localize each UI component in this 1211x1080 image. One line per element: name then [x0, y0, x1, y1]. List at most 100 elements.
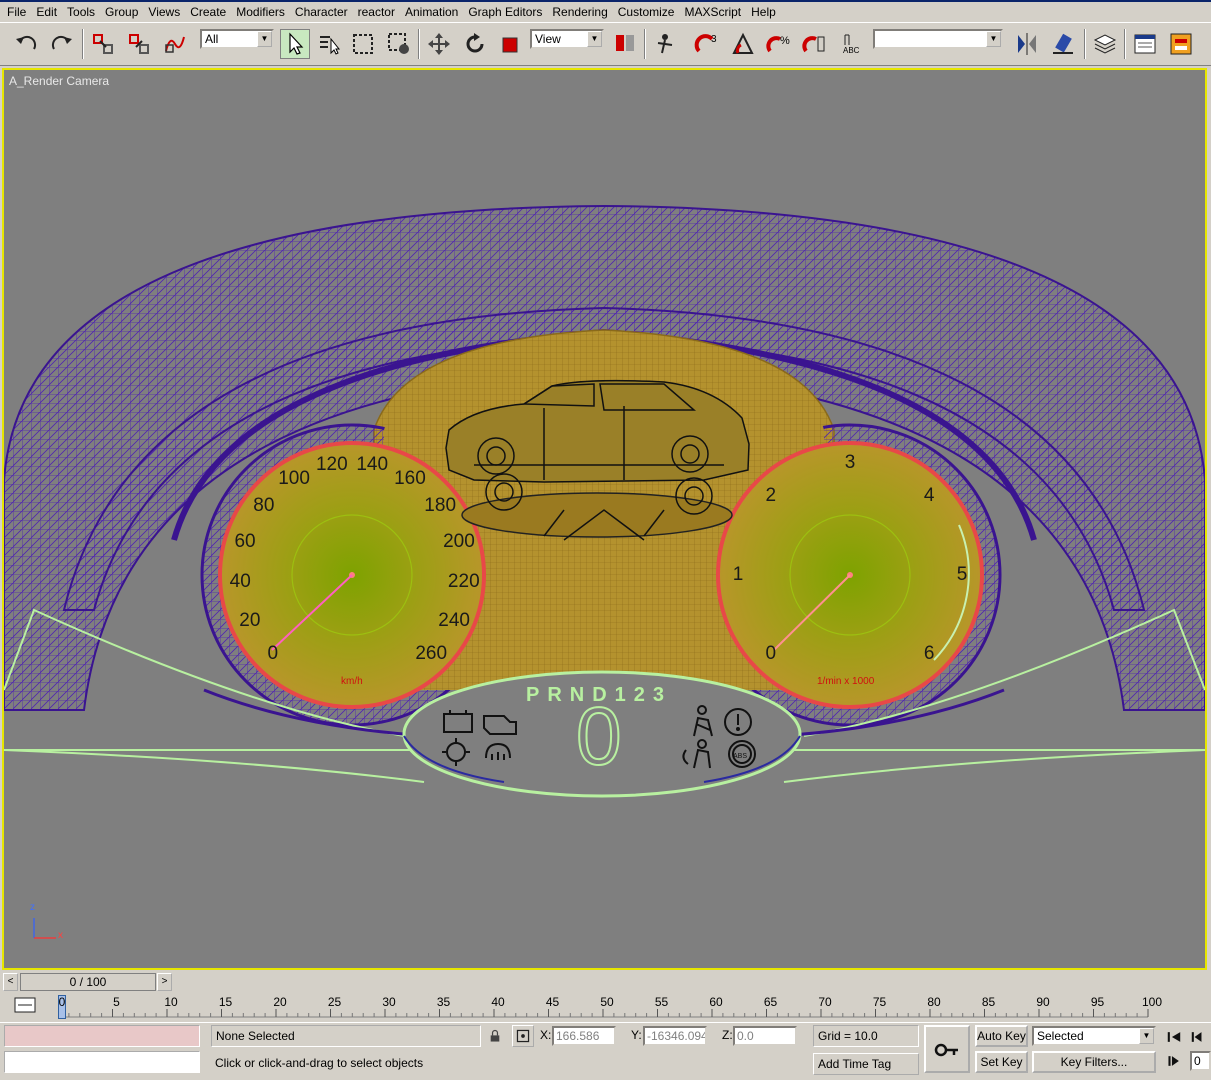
menu-animation[interactable]: Animation: [400, 2, 463, 22]
trackbar-tick-label: 10: [164, 995, 178, 1009]
select-by-name-icon[interactable]: [314, 29, 344, 59]
gear-value: 0: [575, 691, 623, 782]
undo-icon[interactable]: [12, 29, 42, 59]
reference-coord-dropdown[interactable]: View ▼: [530, 29, 604, 49]
next-frame-button[interactable]: >: [157, 973, 172, 991]
dashboard-wireframe: ABS: [4, 204, 1205, 939]
trackbar-tick-label: 60: [709, 995, 723, 1009]
frame-display: 0 / 100: [69, 975, 107, 989]
menu-customize[interactable]: Customize: [613, 2, 680, 22]
menu-maxscript[interactable]: MAXScript: [679, 2, 746, 22]
current-frame-field[interactable]: 0: [1190, 1051, 1211, 1071]
set-key-key-icon[interactable]: [924, 1025, 970, 1073]
trackbar-tick-label: 95: [1090, 995, 1105, 1009]
mirror-icon[interactable]: [1012, 29, 1042, 59]
trackbar-tick-label: 35: [436, 995, 451, 1009]
previous-frame-icon[interactable]: [1188, 1027, 1208, 1047]
speedometer-tick-label: 20: [239, 609, 261, 631]
key-mode-dropdown[interactable]: Selected ▼: [1032, 1026, 1156, 1046]
named-selection-dropdown[interactable]: ▼: [873, 29, 1003, 49]
grid-size-display: Grid = 10.0: [813, 1025, 919, 1047]
speedometer-tick-label: 160: [394, 468, 426, 490]
window-crossing-icon[interactable]: [384, 29, 414, 59]
x-label: X:: [540, 1028, 552, 1042]
add-time-tag-button[interactable]: Add Time Tag: [813, 1053, 919, 1075]
edit-named-selection-icon[interactable]: ABC: [838, 29, 868, 59]
layer-manager-icon[interactable]: [1090, 29, 1120, 59]
bind-to-space-warp-icon[interactable]: [160, 29, 190, 59]
time-slider[interactable]: 0 / 100: [20, 973, 156, 991]
separator: [644, 29, 646, 59]
maxscript-listener-mini[interactable]: [4, 1025, 200, 1047]
key-mode-value: Selected: [1037, 1029, 1084, 1043]
go-to-start-icon[interactable]: [1162, 1027, 1186, 1047]
mini-curve-editor-icon[interactable]: [10, 993, 40, 1019]
menu-rendering[interactable]: Rendering: [547, 2, 612, 22]
main-toolbar: All ▼ View ▼ 3 % ABC ▼: [0, 22, 1211, 66]
menu-group[interactable]: Group: [100, 2, 143, 22]
menu-views[interactable]: Views: [143, 2, 185, 22]
speedometer-tick-label: 200: [443, 530, 475, 552]
lock-selection-icon[interactable]: [485, 1025, 505, 1047]
trackbar-tick-label: 25: [327, 995, 342, 1009]
viewport-render-camera[interactable]: A_Render Camera ABS 0 20 40 60 80 100 12…: [2, 68, 1207, 970]
separator: [1124, 29, 1126, 59]
key-filters-button[interactable]: Key Filters...: [1032, 1051, 1156, 1073]
menu-character[interactable]: Character: [290, 2, 353, 22]
speedometer-tick-label: 80: [253, 494, 275, 516]
menu-graph-editors[interactable]: Graph Editors: [463, 2, 547, 22]
tachometer-tick-label: 1: [732, 564, 744, 585]
select-and-rotate-icon[interactable]: [460, 29, 490, 59]
time-slider-bar: < 0 / 100 >: [0, 971, 1211, 993]
menu-create[interactable]: Create: [185, 2, 231, 22]
menu-file[interactable]: File: [2, 2, 31, 22]
select-and-link-icon[interactable]: [88, 29, 118, 59]
separator: [1084, 29, 1086, 59]
y-label: Y:: [631, 1028, 642, 1042]
select-and-manipulate-icon[interactable]: [650, 29, 680, 59]
absolute-mode-icon[interactable]: [512, 1025, 534, 1047]
tachometer-tick-label: 3: [844, 452, 856, 473]
chevron-down-icon: ▼: [257, 31, 272, 47]
prev-frame-button[interactable]: <: [3, 973, 18, 991]
select-and-move-icon[interactable]: [424, 29, 454, 59]
chevron-down-icon: ▼: [986, 31, 1001, 47]
selection-filter-dropdown[interactable]: All ▼: [200, 29, 274, 49]
axis-z-label: z: [30, 902, 35, 913]
menu-tools[interactable]: Tools: [62, 2, 100, 22]
maxscript-input[interactable]: [4, 1051, 200, 1073]
unlink-selection-icon[interactable]: [124, 29, 154, 59]
select-object-icon[interactable]: [280, 29, 310, 59]
spinner-snap-icon[interactable]: [800, 29, 830, 59]
trackbar-track[interactable]: 0 5 10 15 20 25 30 35 40 45 50 55 60 65 70 75 80 85 90 95 10…: [58, 995, 1208, 1019]
speedometer-unit: km/h: [341, 676, 363, 687]
curve-editor-icon[interactable]: [1130, 29, 1160, 59]
menu-modifiers[interactable]: Modifiers: [231, 2, 290, 22]
x-coordinate-field[interactable]: 166.586: [552, 1026, 616, 1046]
set-key-button[interactable]: Set Key: [975, 1051, 1028, 1073]
align-icon[interactable]: [1048, 29, 1078, 59]
svg-text:ABC: ABC: [843, 46, 860, 55]
tachometer-tick-label: 6: [923, 643, 935, 665]
rectangular-selection-icon[interactable]: [348, 29, 378, 59]
menu-edit[interactable]: Edit: [31, 2, 62, 22]
angle-snap-icon[interactable]: [728, 29, 758, 59]
schematic-view-icon[interactable]: [1166, 29, 1196, 59]
z-coordinate-field[interactable]: 0.0: [733, 1026, 797, 1046]
snaps-toggle-icon[interactable]: 3: [692, 29, 722, 59]
speedometer-tick-label: 240: [438, 609, 470, 631]
select-and-scale-icon[interactable]: [496, 29, 526, 59]
speedometer-tick-label: 120: [315, 453, 348, 475]
trackbar-tick-label: 55: [654, 995, 669, 1009]
menu-help[interactable]: Help: [746, 2, 781, 22]
speedometer-tick-label: 220: [447, 570, 480, 592]
y-coordinate-field[interactable]: -16346.094: [643, 1026, 707, 1046]
svg-text:%: %: [780, 35, 790, 47]
pivot-center-icon[interactable]: [610, 29, 640, 59]
menu-reactor[interactable]: reactor: [353, 2, 400, 22]
redo-icon[interactable]: [46, 29, 76, 59]
axis-gizmo: [33, 918, 56, 939]
auto-key-button[interactable]: Auto Key: [975, 1025, 1028, 1047]
key-mode-toggle-icon[interactable]: [1162, 1051, 1186, 1071]
percent-snap-icon[interactable]: %: [764, 29, 794, 59]
